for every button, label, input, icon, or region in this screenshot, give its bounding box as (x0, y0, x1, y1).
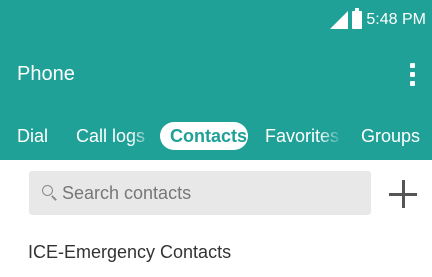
tab-contacts[interactable]: Contacts (160, 122, 248, 150)
status-indicators: 5:48 PM (330, 8, 426, 31)
overflow-menu-icon[interactable] (400, 56, 424, 92)
search-icon (42, 185, 57, 201)
section-title-ice[interactable]: ICE-Emergency Contacts (28, 240, 231, 264)
app-bar: Phone (0, 38, 432, 110)
tab-groups[interactable]: Groups (361, 123, 432, 149)
app-title: Phone (17, 63, 75, 85)
tab-bar: Dial Call logs Contacts Favorites Groups (0, 110, 432, 160)
status-time: 5:48 PM (366, 11, 426, 28)
search-placeholder: Search contacts (62, 183, 192, 203)
tab-call-logs[interactable]: Call logs (76, 123, 154, 149)
status-bar: 5:48 PM (0, 0, 432, 38)
add-icon[interactable] (389, 180, 417, 208)
battery-icon (352, 8, 363, 29)
tab-dial[interactable]: Dial (17, 123, 57, 149)
search-field[interactable]: Search contacts (29, 171, 371, 215)
tab-favorites[interactable]: Favorites (265, 123, 343, 149)
signal-icon (330, 11, 349, 29)
